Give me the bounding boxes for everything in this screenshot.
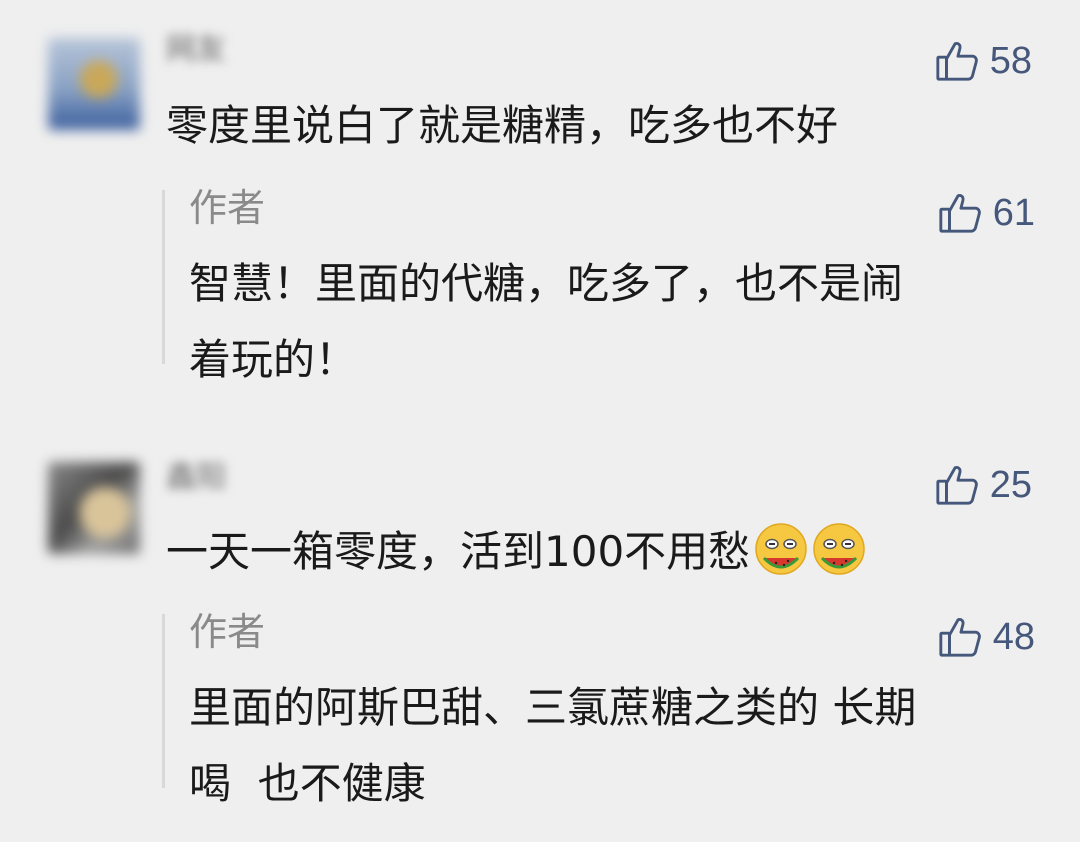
username[interactable]: 网友 [166,30,226,70]
comment-text: 零度里说白了就是糖精，吃多也不好 [166,101,839,150]
author-reply: 作者 61 智慧！里面的代糖，吃多了，也不是闹 着玩的！ [162,186,1035,384]
reply-author[interactable]: 作者 [189,606,265,658]
avatar[interactable] [48,38,140,130]
reply-like-button[interactable]: 48 [937,614,1035,660]
thumbs-up-icon [939,618,981,657]
comment-text: 一天一箱零度，活到100不用愁 [166,522,866,580]
author-reply: 作者 48 里面的阿斯巴甜、三氯蔗糖之类的 长期 喝 也不健康 [162,610,1035,808]
reply-text: 智慧！里面的代糖，吃多了，也不是闹 着玩的！ [189,246,1029,398]
thumbs-up-icon [936,42,978,81]
like-count: 25 [989,464,1032,506]
avatar[interactable] [48,462,140,554]
like-count: 58 [989,40,1032,82]
reply-author[interactable]: 作者 [189,182,265,234]
like-button[interactable]: 58 [934,38,1032,84]
like-button[interactable]: 25 [934,462,1032,508]
thumbs-up-icon [939,194,981,233]
reply-text: 里面的阿斯巴甜、三氯蔗糖之类的 长期 喝 也不健康 [189,670,1029,822]
thumbs-up-icon [936,466,978,505]
watermelon-eating-emoji [755,523,807,575]
reply-line: 喝 也不健康 [189,759,426,808]
reply-line: 里面的阿斯巴甜、三氯蔗糖之类的 长期 [189,683,917,732]
reply-like-count: 61 [992,192,1035,234]
reply-like-button[interactable]: 61 [937,190,1035,236]
reply-line: 着玩的！ [189,335,358,384]
username[interactable]: 鑫阳 [166,458,226,498]
comment-text-content: 一天一箱零度，活到100不用愁 [166,527,751,576]
watermelon-eating-emoji [813,523,865,575]
reply-like-count: 48 [992,616,1035,658]
reply-line: 智慧！里面的代糖，吃多了，也不是闹 [189,259,904,308]
